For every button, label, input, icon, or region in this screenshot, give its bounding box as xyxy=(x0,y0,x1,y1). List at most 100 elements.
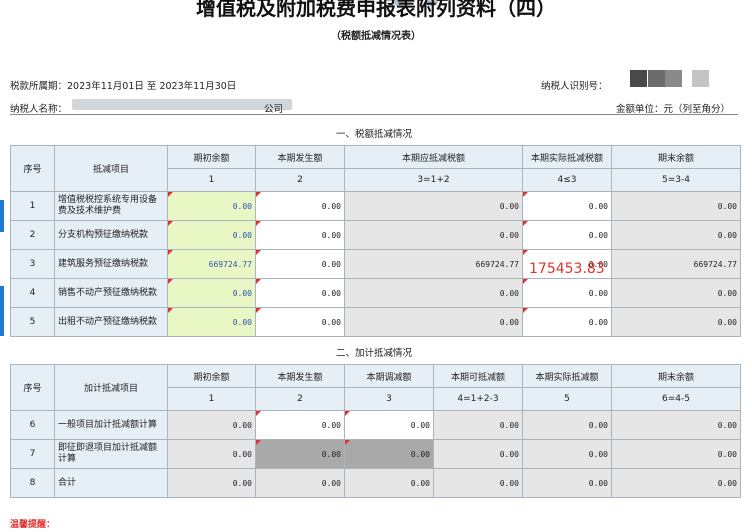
tax-period-start: 2023年11月01日 xyxy=(67,81,144,92)
reduction-amount-input[interactable]: 0.00 xyxy=(344,410,434,440)
closing-balance: 0.00 xyxy=(611,307,741,337)
opening-balance-input[interactable]: 0.00 xyxy=(167,220,256,250)
opening-balance: 0.00 xyxy=(167,410,256,440)
incurred-amount-input[interactable]: 0.00 xyxy=(255,249,345,279)
col-formula: 4=1+2-3 xyxy=(433,387,523,411)
opening-balance-input[interactable]: 0.00 xyxy=(167,191,256,221)
col-header-actual: 本期实际抵减额 xyxy=(522,364,612,388)
opening-balance-input[interactable]: 669724.77 xyxy=(167,249,256,279)
col-header-reduction: 本期调减额 xyxy=(344,364,434,388)
closing-balance: 0.00 xyxy=(611,220,741,250)
table-row: 3 建筑服务预征缴纳税款 669724.77 0.00 669724.77 0.… xyxy=(10,249,741,279)
row-item: 出租不动产预征缴纳税款 xyxy=(54,307,168,337)
actual-deduction-input[interactable]: 0.00 xyxy=(522,220,612,250)
row-seq: 5 xyxy=(10,307,55,337)
closing-balance: 0.00 xyxy=(611,410,741,440)
opening-balance-input[interactable]: 0.00 xyxy=(167,307,256,337)
deductible-amount: 0.00 xyxy=(344,220,523,250)
col-header-item: 加计抵减项目 xyxy=(54,364,168,411)
col-header-incurred: 本期发生额 xyxy=(255,364,345,388)
side-scroll-indicator[interactable] xyxy=(0,200,4,232)
row-item: 一般项目加计抵减额计算 xyxy=(54,410,168,440)
col-formula: 5=3-4 xyxy=(611,168,741,192)
col-header-deductible: 本期应抵减税额 xyxy=(344,145,523,169)
col-formula: 3 xyxy=(344,387,434,411)
closing-balance: 0.00 xyxy=(611,191,741,221)
col-formula: 4≤3 xyxy=(522,168,612,192)
reduction-amount: 0.00 xyxy=(344,468,434,498)
row-seq: 8 xyxy=(10,468,55,498)
deductible-amount: 0.00 xyxy=(433,410,523,440)
reminder-label: 温馨提醒： xyxy=(10,520,56,530)
closing-balance: 0.00 xyxy=(611,278,741,308)
tax-period-sep: 至 xyxy=(146,81,157,92)
actual-deduction: 0.00 xyxy=(522,468,612,498)
section1-title: 一、税额抵减情况 xyxy=(335,129,412,140)
taxpayer-id-label: 纳税人识别号： xyxy=(541,81,608,92)
incurred-amount-disabled: 0.00 xyxy=(255,439,345,469)
page-subtitle: （税额抵减情况表） xyxy=(331,31,421,42)
table-row: 2 分支机构预征缴纳税款 0.00 0.00 0.00 0.00 0.00 xyxy=(10,220,741,250)
side-scroll-indicator[interactable] xyxy=(0,286,4,336)
row-item: 即征即退项目加计抵减额计算 xyxy=(54,439,168,469)
closing-balance: 0.00 xyxy=(611,468,741,498)
actual-deduction: 0.00 xyxy=(522,439,612,469)
additional-deduction-table: 序号 加计抵减项目 期初余额 本期发生额 本期调减额 本期可抵减额 本期实际抵减… xyxy=(10,364,741,498)
row-item: 销售不动产预征缴纳税款 xyxy=(54,278,168,308)
row-seq: 6 xyxy=(10,410,55,440)
taxpayer-name-redaction xyxy=(72,99,292,110)
opening-balance-input[interactable]: 0.00 xyxy=(167,278,256,308)
incurred-amount: 0.00 xyxy=(255,468,345,498)
table-row: 4 销售不动产预征缴纳税款 0.00 0.00 0.00 0.00 0.00 xyxy=(10,278,741,308)
col-header-item: 抵减项目 xyxy=(54,145,168,192)
opening-balance: 0.00 xyxy=(167,439,256,469)
actual-deduction-input[interactable]: 0.00 xyxy=(522,278,612,308)
table-row: 8 合计 0.00 0.00 0.00 0.00 0.00 0.00 xyxy=(10,468,741,498)
opening-balance: 0.00 xyxy=(167,468,256,498)
page-title: 增值税及附加税费申报表附列资料（四） xyxy=(196,0,556,20)
deductible-amount: 0.00 xyxy=(433,468,523,498)
col-formula: 2 xyxy=(255,168,345,192)
deductible-amount: 0.00 xyxy=(344,278,523,308)
taxpayer-name-label: 纳税人名称： xyxy=(10,104,68,115)
amount-unit: 金额单位：元（列至角分） xyxy=(616,101,730,115)
deductible-amount: 669724.77 xyxy=(344,249,523,279)
col-header-opening: 期初余额 xyxy=(167,145,256,169)
row-seq: 4 xyxy=(10,278,55,308)
table-row: 1 增值税税控系统专用设备费及技术维护费 0.00 0.00 0.00 0.00… xyxy=(10,191,741,221)
actual-deduction-input[interactable]: 0.00 xyxy=(522,307,612,337)
incurred-amount-input[interactable]: 0.00 xyxy=(255,410,345,440)
taxpayer-name-suffix: 公司 xyxy=(264,104,284,115)
row-item: 增值税税控系统专用设备费及技术维护费 xyxy=(54,191,168,221)
col-formula: 6=4-5 xyxy=(611,387,741,411)
overlay-amount: 175453.83 xyxy=(529,261,605,277)
col-header-seq: 序号 xyxy=(10,145,55,192)
col-header-incurred: 本期发生额 xyxy=(255,145,345,169)
tax-deduction-table: 序号 抵减项目 期初余额 本期发生额 本期应抵减税额 本期实际抵减税额 期末余额… xyxy=(10,145,741,337)
deductible-amount: 0.00 xyxy=(433,439,523,469)
row-seq: 3 xyxy=(10,249,55,279)
incurred-amount-input[interactable]: 0.00 xyxy=(255,220,345,250)
incurred-amount-input[interactable]: 0.00 xyxy=(255,307,345,337)
col-header-deductible: 本期可抵减额 xyxy=(433,364,523,388)
col-formula: 1 xyxy=(167,387,256,411)
row-seq: 7 xyxy=(10,439,55,469)
deductible-amount: 0.00 xyxy=(344,307,523,337)
row-seq: 2 xyxy=(10,220,55,250)
divider xyxy=(10,114,738,115)
taxpayer-id-redaction xyxy=(665,70,682,87)
col-formula: 5 xyxy=(522,387,612,411)
col-header-opening: 期初余额 xyxy=(167,364,256,388)
col-header-closing: 期末余额 xyxy=(611,145,741,169)
closing-balance: 0.00 xyxy=(611,439,741,469)
taxpayer-id-redaction xyxy=(630,70,647,87)
incurred-amount-input[interactable]: 0.00 xyxy=(255,278,345,308)
incurred-amount-input[interactable]: 0.00 xyxy=(255,191,345,221)
table-row: 6 一般项目加计抵减额计算 0.00 0.00 0.00 0.00 0.00 0… xyxy=(10,410,741,440)
actual-deduction-input[interactable]: 0.00 xyxy=(522,191,612,221)
table-row: 5 出租不动产预征缴纳税款 0.00 0.00 0.00 0.00 0.00 xyxy=(10,307,741,337)
col-header-closing: 期末余额 xyxy=(611,364,741,388)
row-item: 建筑服务预征缴纳税款 xyxy=(54,249,168,279)
tax-period-end: 2023年11月30日 xyxy=(159,81,237,92)
col-formula: 2 xyxy=(255,387,345,411)
